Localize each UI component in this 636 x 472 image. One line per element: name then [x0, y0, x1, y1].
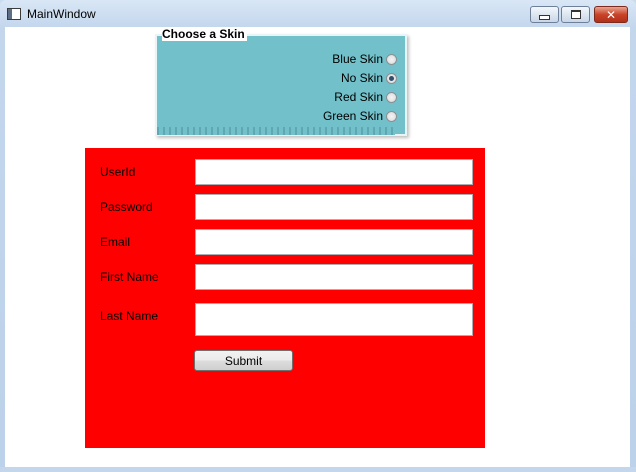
userid-label: UserId [100, 165, 136, 179]
first-name-input[interactable] [195, 264, 473, 290]
radio-button[interactable] [386, 110, 397, 122]
radio-green-skin[interactable]: Green Skin [323, 108, 397, 124]
close-button[interactable]: ✕ [594, 6, 628, 23]
radio-button[interactable] [386, 91, 397, 103]
submit-button[interactable]: Submit [194, 350, 293, 371]
window-title: MainWindow [27, 7, 96, 21]
close-icon: ✕ [605, 7, 617, 22]
radio-label: Blue Skin [332, 52, 383, 66]
minimize-button[interactable] [530, 6, 559, 23]
skin-chooser-groupbox: Blue Skin No Skin Red Skin Green Skin [155, 34, 407, 136]
first-name-label: First Name [100, 270, 159, 284]
radio-label: Green Skin [322, 109, 383, 123]
last-name-label: Last Name [100, 309, 159, 323]
user-form-panel [85, 148, 485, 448]
password-input[interactable] [195, 194, 473, 220]
window-bottom-border [0, 467, 636, 472]
last-name-input[interactable] [195, 303, 473, 336]
userid-input[interactable] [195, 159, 473, 185]
title-bar[interactable]: MainWindow ✕ [0, 0, 636, 27]
radio-label: No Skin [340, 71, 383, 85]
skin-groupbox-clipped-edge [157, 127, 395, 135]
password-label: Password [100, 200, 153, 214]
app-icon[interactable] [7, 8, 21, 20]
main-window: MainWindow ✕ Blue Skin No Skin Red Skin … [0, 0, 636, 472]
skin-chooser-header: Choose a Skin [162, 27, 247, 41]
radio-button[interactable] [386, 53, 397, 65]
email-input[interactable] [195, 229, 473, 255]
email-label: Email [100, 235, 131, 249]
radio-label: Red Skin [334, 90, 383, 104]
radio-blue-skin[interactable]: Blue Skin [332, 51, 397, 67]
minimize-icon [539, 15, 550, 20]
radio-red-skin[interactable]: Red Skin [334, 89, 397, 105]
maximize-icon [570, 10, 581, 19]
maximize-button[interactable] [561, 6, 590, 23]
radio-button[interactable] [386, 72, 397, 84]
radio-no-skin[interactable]: No Skin [341, 70, 397, 86]
